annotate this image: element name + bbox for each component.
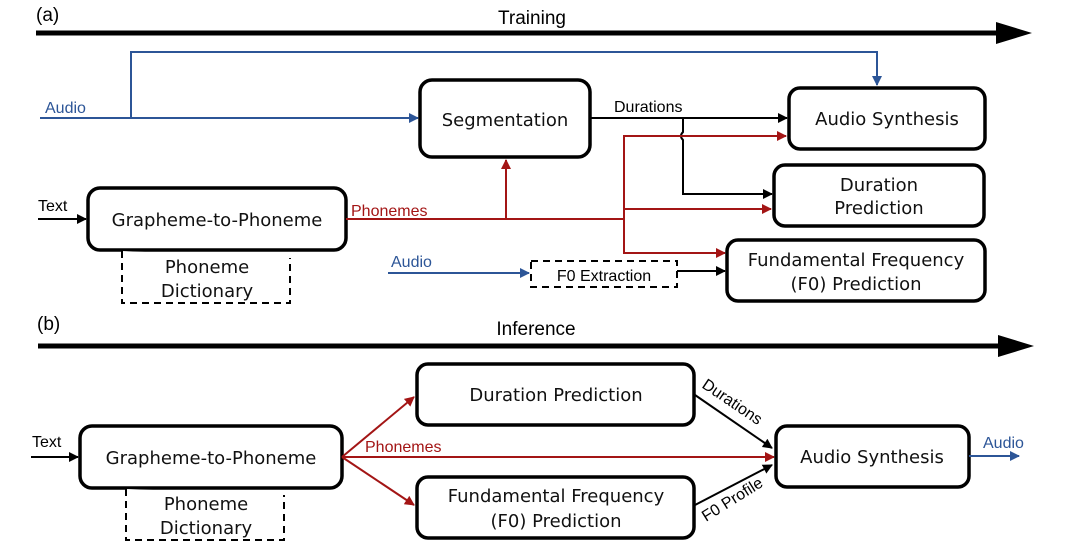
- phonemes-to-f0-prediction-edge: [341, 456, 415, 506]
- training-duration-prediction-line1: Duration: [840, 175, 918, 196]
- training-duration-prediction-line2: Prediction: [834, 198, 923, 219]
- training-phoneme-dictionary-line1: Phoneme: [165, 257, 249, 278]
- inference-g2p-label: Grapheme-to-Phoneme: [106, 448, 317, 469]
- training-panel: (a) Training Audio Segmentation Duration…: [36, 5, 1032, 304]
- inference-f0-prediction-line2: (F0) Prediction: [491, 511, 622, 532]
- inference-phoneme-dictionary-line1: Phoneme: [164, 494, 248, 515]
- training-f0-prediction-line1: Fundamental Frequency: [748, 250, 965, 271]
- panel-label-a: (a): [36, 5, 59, 26]
- segmentation-label: Segmentation: [442, 110, 569, 131]
- phonemes-label: Phonemes: [351, 203, 428, 220]
- text-input-label: Text: [38, 198, 68, 215]
- panel-label-b: (b): [37, 314, 60, 335]
- training-g2p-label: Grapheme-to-Phoneme: [112, 210, 323, 231]
- training-audio-synthesis-label: Audio Synthesis: [815, 109, 959, 130]
- audio-bottom-label: Audio: [391, 254, 432, 271]
- training-title: Training: [498, 8, 566, 29]
- inference-phoneme-dictionary-line2: Dictionary: [160, 518, 253, 539]
- audio-output-label: Audio: [983, 435, 1024, 452]
- audio-input-label: Audio: [45, 100, 86, 117]
- inference-f0-prediction-line1: Fundamental Frequency: [448, 486, 665, 507]
- inference-audio-synthesis-label: Audio Synthesis: [800, 447, 944, 468]
- tts-pipeline-diagram: (a) Training Audio Segmentation Duration…: [31, 5, 1034, 541]
- inference-phonemes-label: Phonemes: [365, 439, 442, 456]
- durations-label: Durations: [614, 99, 682, 116]
- phonemes-to-synthesis-edge: [623, 131, 787, 219]
- inference-duration-prediction-label: Duration Prediction: [469, 385, 642, 406]
- f0-extraction-label: F0 Extraction: [557, 268, 651, 285]
- inference-title: Inference: [496, 319, 575, 340]
- f0-profile-label: F0 Profile: [699, 475, 766, 526]
- durations-to-duration-prediction-edge: [680, 118, 773, 199]
- training-timeline-arrowhead: [996, 22, 1032, 44]
- inference-text-input-label: Text: [32, 434, 62, 451]
- inference-panel: (b) Inference Text Grapheme-to-Phoneme P…: [31, 314, 1034, 541]
- training-phoneme-dictionary-line2: Dictionary: [161, 281, 254, 302]
- training-f0-prediction-line2: (F0) Prediction: [791, 274, 922, 295]
- inference-timeline-arrowhead: [998, 335, 1034, 357]
- phonemes-to-f0-prediction-edge: [623, 219, 726, 258]
